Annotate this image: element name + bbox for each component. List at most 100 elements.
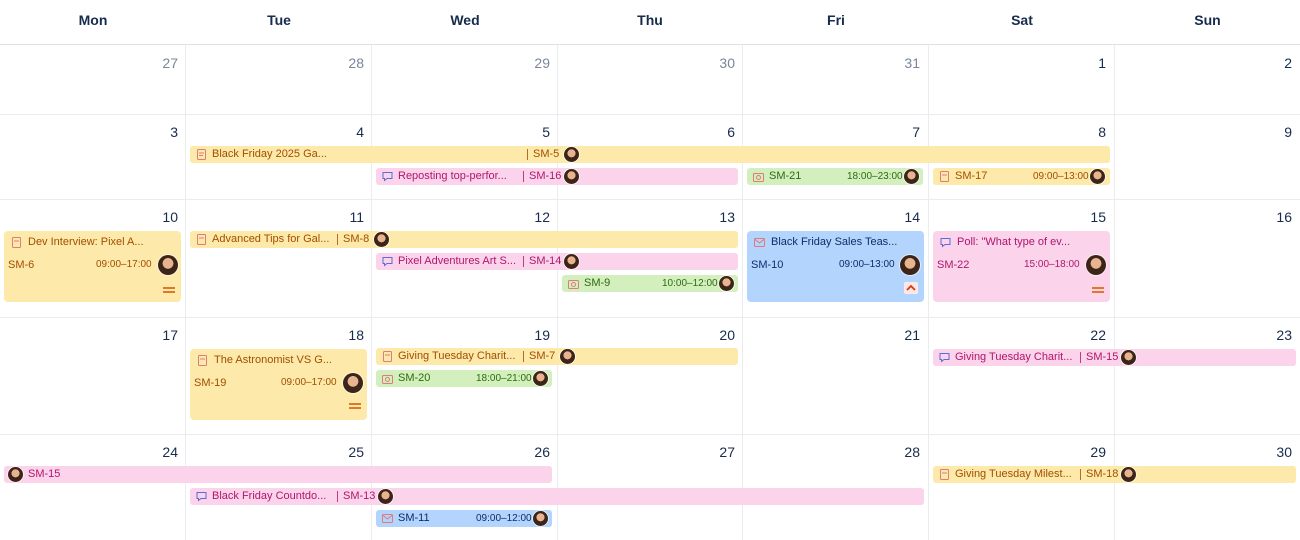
day-cell-number[interactable]: 16: [1252, 209, 1292, 225]
event-title: Poll: "What type of ev...: [957, 236, 1071, 248]
day-cell-number[interactable]: 6: [695, 124, 735, 140]
event-card-sm6[interactable]: Dev Interview: Pixel A... SM-6 09:00–17:…: [4, 231, 181, 302]
mail-icon: [754, 238, 765, 247]
event-title: Black Friday Countdo...: [212, 490, 327, 502]
event-title: The Astronomist VS G...: [214, 354, 332, 366]
day-cell-number[interactable]: 14: [880, 209, 920, 225]
day-cell-number[interactable]: 17: [138, 327, 178, 343]
event-title: Dev Interview: Pixel A...: [28, 236, 144, 248]
day-cell-number[interactable]: 4: [324, 124, 364, 140]
event-key: SM-10: [751, 259, 784, 271]
event-bar-sm8[interactable]: Advanced Tips for Gal... SM-8: [190, 231, 738, 248]
event-bar-sm14[interactable]: Pixel Adventures Art S... SM-14: [376, 253, 738, 270]
day-cell-number[interactable]: 30: [1252, 444, 1292, 460]
day-cell-number[interactable]: 19: [510, 327, 550, 343]
document-icon: [940, 171, 949, 182]
day-cell-number[interactable]: 23: [1252, 327, 1292, 343]
event-bar-sm18[interactable]: Giving Tuesday Milest... SM-18: [933, 466, 1296, 483]
event-card-sm19[interactable]: The Astronomist VS G... SM-19 09:00–17:0…: [190, 349, 367, 420]
document-icon: [197, 149, 206, 160]
event-card-sm10[interactable]: Black Friday Sales Teas... SM-10 09:00–1…: [747, 231, 924, 302]
avatar: [904, 169, 919, 184]
avatar: [343, 373, 363, 393]
day-cell-number[interactable]: 9: [1252, 124, 1292, 140]
high-priority-icon: [904, 282, 918, 294]
medium-priority-icon: [349, 403, 361, 409]
event-bar-sm13[interactable]: Black Friday Countdo... SM-13: [190, 488, 924, 505]
day-cell-number[interactable]: 8: [1066, 124, 1106, 140]
event-key: SM-19: [194, 377, 227, 389]
day-cell-number[interactable]: 1: [1066, 55, 1106, 71]
day-cell-number[interactable]: 3: [138, 124, 178, 140]
day-cell-number[interactable]: 5: [510, 124, 550, 140]
separator: [337, 491, 338, 502]
event-time: 09:00–17:00: [281, 377, 337, 388]
avatar: [564, 254, 579, 269]
day-cell-number[interactable]: 20: [695, 327, 735, 343]
event-key: SM-11: [398, 512, 430, 524]
avatar: [1121, 350, 1136, 365]
day-cell-number[interactable]: 28: [880, 444, 920, 460]
grid-divider: [0, 199, 1300, 200]
event-key: SM-13: [343, 490, 376, 502]
day-cell-number[interactable]: 29: [1066, 444, 1106, 460]
event-bar-sm15-continued[interactable]: SM-15: [4, 466, 552, 483]
separator: [523, 256, 524, 267]
comment-icon: [382, 257, 393, 267]
day-cell-number[interactable]: 7: [880, 124, 920, 140]
day-cell-number[interactable]: 10: [138, 209, 178, 225]
day-cell-number[interactable]: 27: [695, 444, 735, 460]
event-bar-sm15[interactable]: Giving Tuesday Charit... SM-15: [933, 349, 1296, 366]
event-bar-sm16[interactable]: Reposting top-perfor... SM-16: [376, 168, 738, 185]
day-cell-number[interactable]: 2: [1252, 55, 1292, 71]
event-bar-sm21[interactable]: SM-21 18:00–23:00: [747, 168, 923, 185]
event-key: SM-18: [1086, 468, 1119, 480]
grid-divider: [557, 45, 558, 540]
day-cell-number[interactable]: 24: [138, 444, 178, 460]
day-cell-number[interactable]: 25: [324, 444, 364, 460]
event-title: Giving Tuesday Charit...: [955, 351, 1073, 363]
avatar: [564, 147, 579, 162]
day-cell-number[interactable]: 28: [324, 55, 364, 71]
document-icon: [12, 237, 21, 248]
event-bar-sm9[interactable]: SM-9 10:00–12:00: [562, 275, 738, 292]
day-cell-number[interactable]: 13: [695, 209, 735, 225]
event-time: 15:00–18:00: [1024, 259, 1080, 270]
day-cell-number[interactable]: 29: [510, 55, 550, 71]
event-key: SM-5: [533, 148, 560, 160]
event-bar-sm17[interactable]: SM-17 09:00–13:00: [933, 168, 1110, 185]
event-bar-sm20[interactable]: SM-20 18:00–21:00: [376, 370, 552, 387]
camera-icon: [382, 375, 393, 384]
day-cell-number[interactable]: 21: [880, 327, 920, 343]
comment-icon: [939, 353, 950, 363]
day-cell-number[interactable]: 30: [695, 55, 735, 71]
grid-divider: [0, 114, 1300, 115]
avatar: [378, 489, 393, 504]
day-cell-number[interactable]: 12: [510, 209, 550, 225]
event-key: SM-15: [28, 468, 61, 480]
day-cell-number[interactable]: 31: [880, 55, 920, 71]
day-cell-number[interactable]: 27: [138, 55, 178, 71]
event-card-sm22[interactable]: Poll: "What type of ev... SM-22 15:00–18…: [933, 231, 1110, 302]
day-cell-number[interactable]: 26: [510, 444, 550, 460]
grid-divider: [0, 317, 1300, 318]
avatar: [719, 276, 734, 291]
comment-icon: [196, 492, 207, 502]
separator: [337, 234, 338, 245]
document-icon: [940, 469, 949, 480]
day-cell-number[interactable]: 22: [1066, 327, 1106, 343]
day-cell-number[interactable]: 11: [324, 209, 364, 225]
event-bar-sm7[interactable]: Giving Tuesday Charit... SM-7: [376, 348, 738, 365]
weekday-mon: Mon: [78, 12, 108, 28]
mail-icon: [382, 514, 393, 523]
event-bar-sm11[interactable]: SM-11 09:00–12:00: [376, 510, 552, 527]
event-key: SM-21: [769, 170, 802, 182]
grid-divider: [742, 45, 743, 540]
event-key: SM-7: [529, 350, 556, 362]
event-key: SM-6: [8, 259, 35, 271]
day-cell-number[interactable]: 15: [1066, 209, 1106, 225]
event-time: 09:00–12:00: [476, 513, 532, 524]
event-bar-sm5[interactable]: Black Friday 2025 Ga... SM-5: [190, 146, 1110, 163]
day-cell-number[interactable]: 18: [324, 327, 364, 343]
separator: [523, 351, 524, 362]
